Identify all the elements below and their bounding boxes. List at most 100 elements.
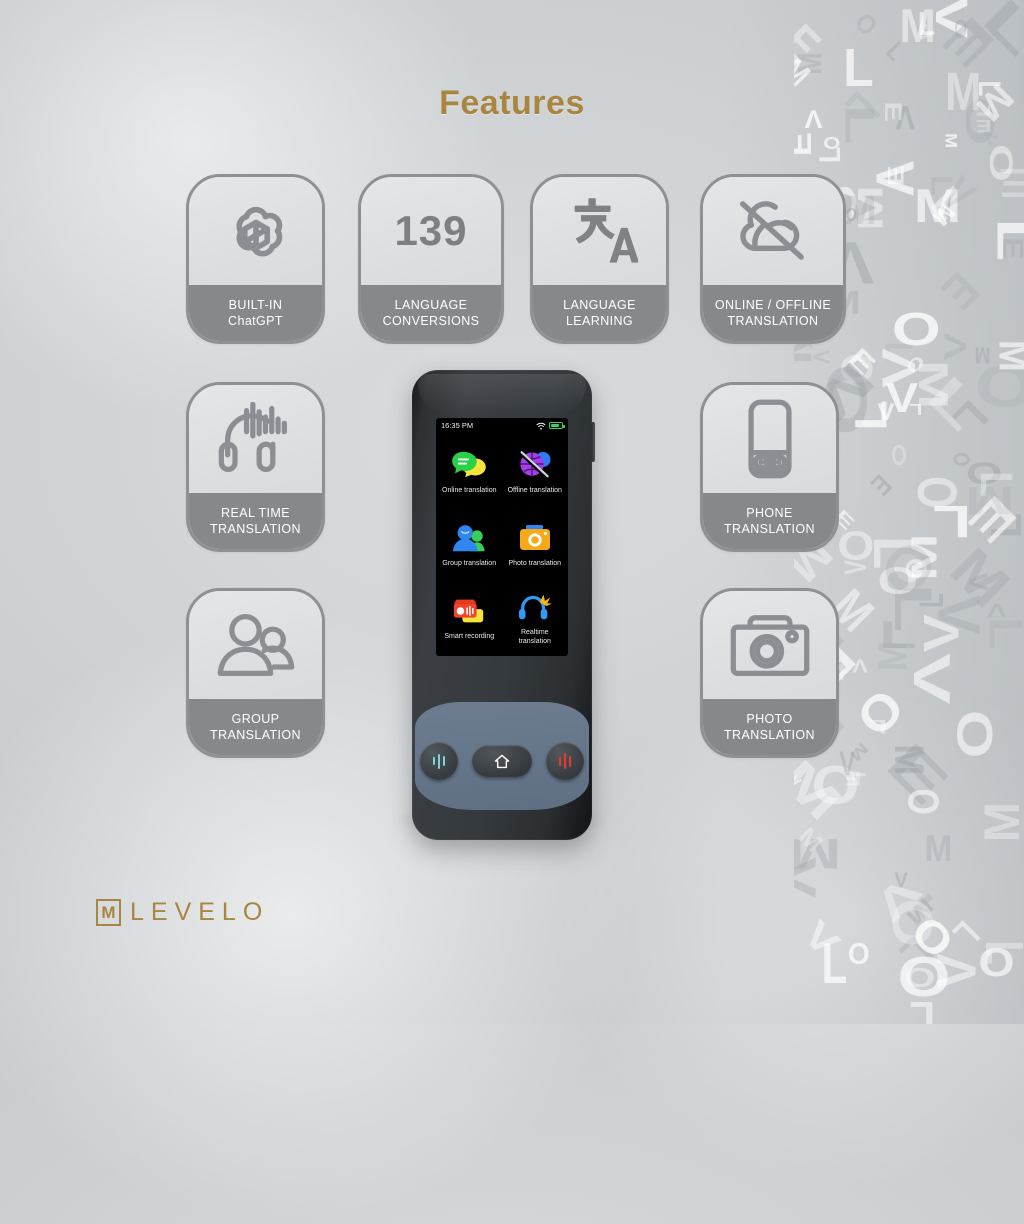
globe-slash-icon [703,177,843,285]
feature-tile-phone: PHONE TRANSLATION [700,382,839,552]
globe-slash-icon [516,448,554,482]
watermark-letter: O [879,898,943,948]
watermark-letter: V [794,857,826,898]
watermark-letter: V [864,161,925,197]
feature-tile-chatgpt: BUILT-IN ChatGPT [186,174,325,344]
watermark-letter: V [902,653,961,705]
feature-tile-chatgpt-label: BUILT-IN ChatGPT [189,285,322,341]
target-language-record-button[interactable] [546,742,584,780]
app-tile-label: Group translation [442,560,497,568]
battery-icon [549,422,565,429]
watermark-letter: L [912,593,951,608]
feature-label-line2: ChatGPT [228,313,283,328]
feature-label-line1: LANGUAGE [563,297,636,312]
feature-label-line2: TRANSLATION [210,521,301,536]
feature-tile-language-conversions: 139 LANGUAGE CONVERSIONS [358,174,504,344]
feature-label-line2: TRANSLATION [724,727,815,742]
app-tile-smart-recording[interactable]: Smart recording [437,580,502,652]
watermark-letter: E [931,261,990,320]
app-tile-photo-translation[interactable]: Photo translation [502,507,567,579]
watermark-letter: L [814,146,848,163]
people-icon [450,521,488,555]
feature-label-line1: PHONE [746,505,793,520]
device-top-sheen [418,374,586,414]
status-bar: 16:35 PM [436,418,568,433]
feature-label-line1: PHOTO [746,711,793,726]
feature-tile-phone-label: PHONE TRANSLATION [703,493,836,549]
watermark-letter: V [839,744,856,783]
watermark-letter: O [890,440,907,473]
app-tile-label: Realtime translation [518,629,551,645]
feature-tile-language-learning: LANGUAGE LEARNING [530,174,669,344]
headphones-icon [516,590,554,624]
feature-tile-real-time-label: REAL TIME TRANSLATION [189,493,322,549]
watermark-letter: O [847,936,870,970]
feature-label-line1: REAL TIME [221,505,290,520]
translator-device: 16:35 PM Online translation Offline tran… [394,370,610,840]
home-button[interactable] [472,745,532,777]
app-tile-label: Offline translation [507,487,562,495]
app-tile-online-translation[interactable]: Online translation [437,434,502,506]
brand-logo-mark: M [96,899,121,926]
watermark-letter: L [844,400,897,431]
brand-logo-name: LEVELO [130,898,270,926]
power-button[interactable] [591,422,595,462]
watermark-letter: L [974,940,1024,965]
watermark-letter: L [945,912,988,955]
watermark-letter: M [964,478,1015,523]
app-tile-realtime-translation[interactable]: Realtime translation [502,580,567,652]
watermark-letter: M [941,133,961,149]
watermark-letter: M [886,744,934,776]
watermark-letter: V [925,953,987,989]
number-139-icon: 139 [361,177,501,285]
app-tile-label: Online translation [442,487,497,495]
watermark-letter: M [899,0,936,53]
translator-device-icon [703,385,836,493]
translate-char-a-icon [533,177,666,285]
device-screen: 16:35 PM Online translation Offline tran… [436,418,568,656]
watermark-letter: O [848,6,884,42]
page-indicator[interactable] [436,652,568,656]
watermark-letter: E [999,160,1024,206]
watermark-letter: M [924,827,952,869]
hardware-button-row [412,738,592,784]
feature-tile-group-label: GROUP TRANSLATION [189,699,322,755]
watermark-letter: O [891,302,941,355]
feature-tile-group: GROUP TRANSLATION [186,588,325,758]
watermark-letter: M [974,342,991,369]
app-tile-label: Photo translation [508,560,562,568]
watermark-letter: M [973,801,1024,842]
watermark-letter: V [913,614,971,653]
language-count-value: 139 [394,207,468,254]
feature-label-line2: LEARNING [565,313,634,328]
feature-label-line2: CONVERSIONS [382,313,480,328]
openai-logo-icon [189,177,322,285]
app-tile-offline-translation[interactable]: Offline translation [502,434,567,506]
feature-label-line2: TRANSLATION [727,313,819,328]
wifi-icon [536,422,546,430]
feature-label-line1: GROUP [231,711,280,726]
watermark-letter: M [990,340,1024,372]
recorder-icon [450,594,488,628]
watermark-letter: O [948,452,975,467]
feature-tile-photo: PHOTO TRANSLATION [700,588,839,758]
camera-icon [516,521,554,555]
watermark-letter: V [938,332,974,360]
watermark-letter: V [808,350,834,365]
page-title: Features [439,84,585,122]
app-tile-group-translation[interactable]: Group translation [437,507,502,579]
feature-tile-photo-label: PHOTO TRANSLATION [703,699,836,755]
feature-label-line1: ONLINE / OFFLINE [714,297,832,312]
watermark-letter: E [794,132,818,157]
watermark-letter: M [843,187,877,234]
app-tile-label: Smart recording [444,633,495,641]
watermark-letter: L [909,991,935,1024]
watermark-letter: V [987,598,1008,622]
feature-tile-online-offline: ONLINE / OFFLINE TRANSLATION [700,174,846,344]
source-language-record-button[interactable] [420,742,458,780]
watermark-letter: O [904,961,936,993]
headphones-waveform-icon [189,385,322,493]
status-bar-time: 16:35 PM [441,421,474,430]
watermark-letter: V [894,869,909,893]
watermark-letter: O [836,522,874,569]
